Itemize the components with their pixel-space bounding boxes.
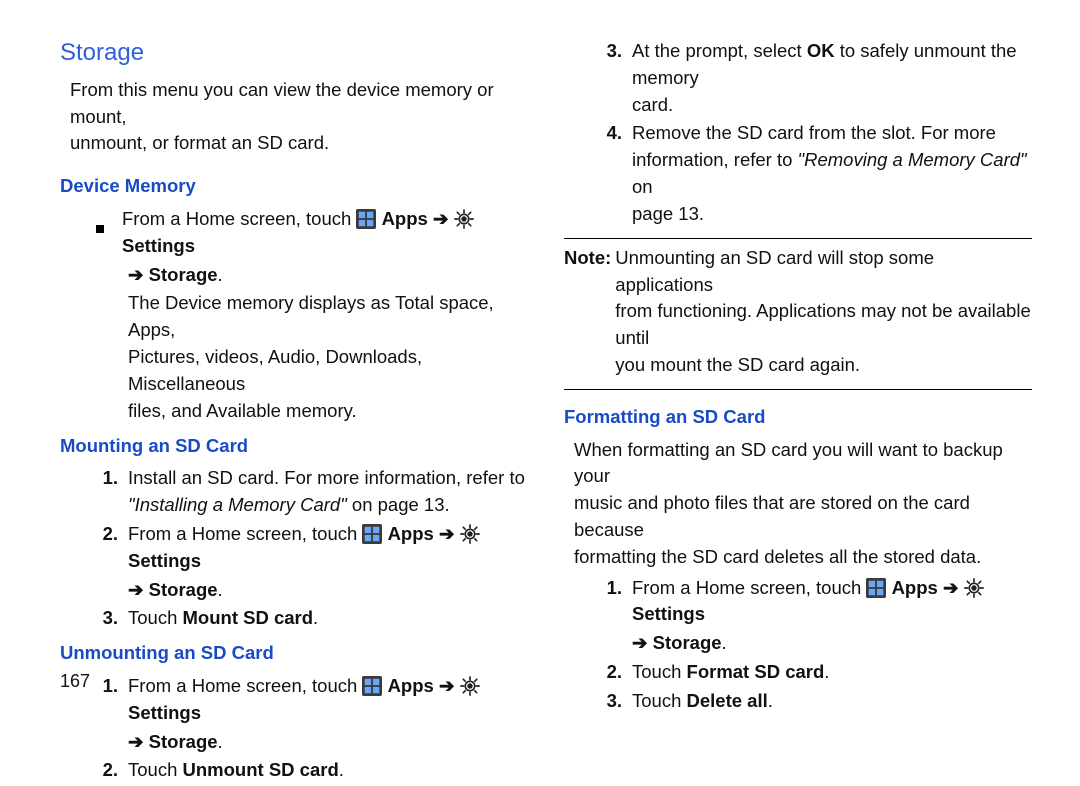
- unmount-step-4: 4. Remove the SD card from the slot. For…: [594, 120, 1032, 227]
- mount-step-2: 2. From a Home screen, touch Apps ➔ Sett…: [90, 521, 528, 575]
- gear-icon: [460, 524, 480, 544]
- nav-path-cont: ➔ Storage.: [128, 577, 528, 604]
- format-step-2: 2. Touch Format SD card.: [594, 659, 1032, 686]
- apps-icon: [356, 209, 376, 229]
- nav-path-cont: ➔ Storage.: [128, 729, 528, 756]
- apps-icon: [362, 676, 382, 696]
- section-intro: From this menu you can view the device m…: [70, 77, 528, 157]
- nav-path-cont: ➔ Storage.: [632, 630, 1032, 657]
- left-column: Storage From this menu you can view the …: [60, 36, 528, 786]
- right-column: 3. At the prompt, select OK to safely un…: [564, 36, 1032, 786]
- page-number: 167: [60, 671, 90, 692]
- divider: [564, 389, 1032, 390]
- square-bullet-icon: [96, 214, 104, 241]
- subhead-formatting: Formatting an SD Card: [564, 404, 1032, 431]
- apps-icon: [362, 524, 382, 544]
- mount-step-3: 3. Touch Mount SD card.: [90, 605, 528, 632]
- gear-icon: [454, 209, 474, 229]
- subhead-device-memory: Device Memory: [60, 173, 528, 200]
- manual-page: Storage From this menu you can view the …: [0, 0, 1080, 720]
- mount-step-1: 1. Install an SD card. For more informat…: [90, 465, 528, 519]
- subhead-mounting: Mounting an SD Card: [60, 433, 528, 460]
- unmount-step-2: 2. Touch Unmount SD card.: [90, 757, 528, 784]
- nav-path-cont: ➔ Storage.: [128, 262, 528, 289]
- device-memory-desc: The Device memory displays as Total spac…: [128, 290, 528, 424]
- note-block: Note: Unmounting an SD card will stop so…: [564, 245, 1032, 379]
- divider: [564, 238, 1032, 239]
- apps-icon: [866, 578, 886, 598]
- gear-icon: [460, 676, 480, 696]
- format-intro: When formatting an SD card you will want…: [574, 437, 1032, 571]
- unmount-step-3: 3. At the prompt, select OK to safely un…: [594, 38, 1032, 118]
- gear-icon: [964, 578, 984, 598]
- format-step-1: 1. From a Home screen, touch Apps ➔ Sett…: [594, 575, 1032, 629]
- format-step-3: 3. Touch Delete all.: [594, 688, 1032, 715]
- unmount-step-1: 1. From a Home screen, touch Apps ➔ Sett…: [90, 673, 528, 727]
- subhead-unmounting: Unmounting an SD Card: [60, 640, 528, 667]
- device-memory-bullet: From a Home screen, touch Apps ➔ Setting…: [96, 206, 528, 260]
- section-title: Storage: [60, 36, 528, 71]
